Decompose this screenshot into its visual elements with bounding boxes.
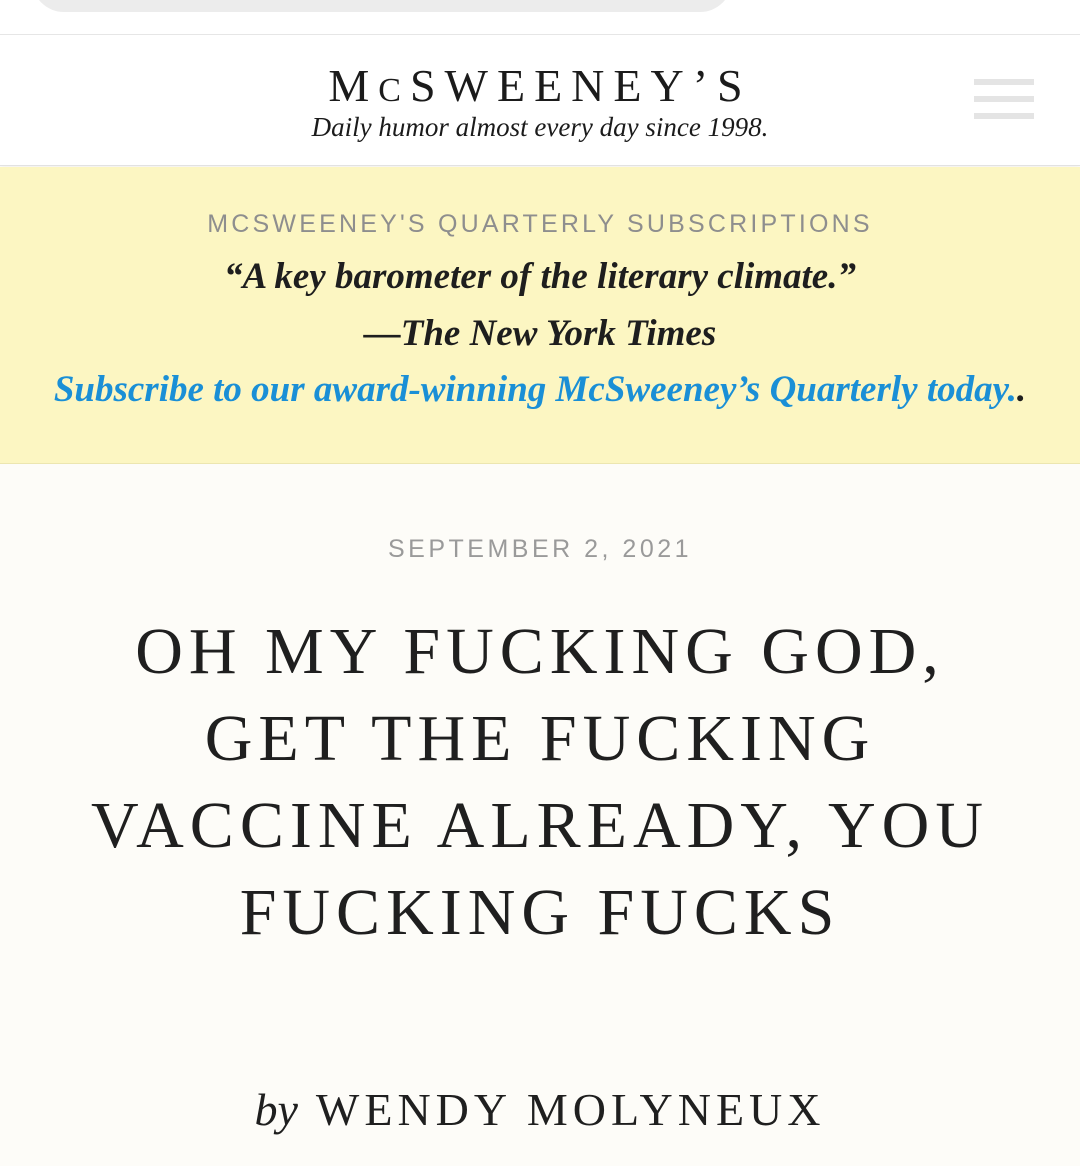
subscription-promo-banner: MCSWEENEY'S QUARTERLY SUBSCRIPTIONS “A k… bbox=[0, 167, 1080, 464]
site-name: MCSWEENEY’S bbox=[328, 60, 752, 111]
promo-eyebrow: MCSWEENEY'S QUARTERLY SUBSCRIPTIONS bbox=[207, 210, 873, 238]
article-date: SEPTEMBER 2, 2021 bbox=[387, 535, 693, 563]
article-byline: by WENDY MOLYNEUX bbox=[0, 1082, 1080, 1138]
subscribe-link[interactable]: Subscribe to our award-winning McSweeney… bbox=[0, 366, 1080, 414]
author-link[interactable]: WENDY MOLYNEUX bbox=[316, 1084, 826, 1135]
site-header: MCSWEENEY’S Daily humor almost every day… bbox=[0, 35, 1080, 166]
browser-top-strip bbox=[0, 0, 1080, 35]
site-logo[interactable]: MCSWEENEY’S Daily humor almost every day… bbox=[0, 60, 1080, 143]
search-bar[interactable] bbox=[32, 0, 732, 12]
promo-quote-source: —The New York Times bbox=[363, 313, 717, 354]
site-tagline: Daily humor almost every day since 1998. bbox=[311, 112, 769, 142]
promo-quote: “A key barometer of the literary climate… bbox=[224, 256, 856, 297]
byline-prefix: by bbox=[254, 1084, 298, 1135]
article-title: OH MY FUCKING GOD, GET THE FUCKING VACCI… bbox=[90, 615, 989, 949]
hamburger-menu-icon[interactable] bbox=[974, 79, 1034, 121]
